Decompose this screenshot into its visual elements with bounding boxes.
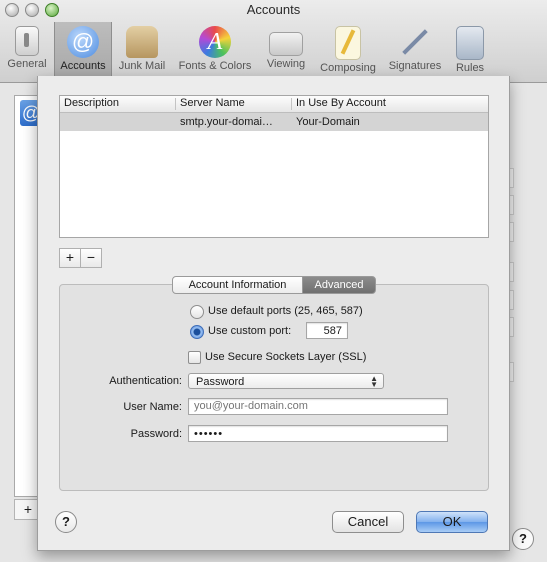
- toolbar-label: Accounts: [60, 60, 106, 72]
- fonts-colors-icon: A: [199, 26, 231, 58]
- table-row[interactable]: smtp.your-domai… Your-Domain: [60, 113, 488, 131]
- row-server-name: smtp.your-domai…: [180, 116, 273, 128]
- signature-pen-icon: [399, 26, 431, 58]
- custom-port-field[interactable]: 587: [306, 322, 348, 339]
- tab-account-information[interactable]: Account Information: [172, 276, 303, 294]
- add-server-button[interactable]: +: [59, 248, 81, 268]
- background-help-button[interactable]: ?: [512, 528, 534, 550]
- toolbar-accounts[interactable]: @ Accounts: [54, 22, 112, 76]
- remove-server-button[interactable]: −: [80, 248, 102, 268]
- user-name-label: User Name:: [123, 401, 182, 413]
- toolbar-label: Rules: [455, 62, 485, 74]
- toolbar-label: Signatures: [388, 60, 442, 72]
- rules-arrows-icon: [456, 26, 484, 60]
- select-stepper-icon: ▲ ▼: [370, 374, 378, 389]
- user-name-field[interactable]: [188, 398, 448, 415]
- composing-pencil-icon: [335, 26, 361, 60]
- toolbar-composing[interactable]: Composing: [316, 22, 380, 76]
- toolbar-label: Junk Mail: [118, 60, 166, 72]
- ssl-label: Use Secure Sockets Layer (SSL): [205, 351, 367, 363]
- authentication-label: Authentication:: [109, 375, 182, 387]
- table-header: Description Server Name In Use By Accoun…: [60, 96, 488, 113]
- password-field[interactable]: ••••••: [188, 425, 448, 442]
- toolbar-rules[interactable]: Rules: [450, 22, 490, 76]
- help-button[interactable]: ?: [55, 511, 77, 533]
- window-title: Accounts: [246, 2, 301, 17]
- tab-advanced[interactable]: Advanced: [302, 276, 376, 294]
- toolbar-viewing[interactable]: Viewing: [262, 22, 310, 76]
- general-switch-icon: [15, 26, 39, 56]
- toolbar-label: General: [7, 58, 47, 70]
- column-in-use-by-account[interactable]: In Use By Account: [296, 97, 386, 109]
- custom-port-label: Use custom port:: [208, 325, 292, 337]
- custom-port-radio[interactable]: [190, 325, 204, 339]
- toolbar-label: Composing: [320, 62, 376, 74]
- viewing-glasses-icon: [269, 32, 303, 56]
- toolbar-general[interactable]: General: [4, 22, 50, 76]
- column-server-name[interactable]: Server Name: [180, 97, 245, 109]
- toolbar-junk-mail[interactable]: Junk Mail: [114, 22, 170, 76]
- window-toolbar: Accounts General @ Accounts Junk Mail A …: [0, 0, 547, 83]
- toolbar-signatures[interactable]: Signatures: [384, 22, 446, 76]
- junk-mail-bag-icon: [126, 26, 158, 58]
- toolbar-label: Viewing: [266, 58, 306, 70]
- default-ports-label: Use default ports (25, 465, 587): [208, 305, 363, 317]
- password-label: Password:: [130, 428, 182, 440]
- toolbar-label: Fonts & Colors: [178, 60, 252, 72]
- ssl-checkbox[interactable]: [188, 351, 201, 364]
- row-in-use-by: Your-Domain: [296, 116, 360, 128]
- toolbar-fonts-colors[interactable]: A Fonts & Colors: [174, 22, 256, 76]
- smtp-server-table[interactable]: Description Server Name In Use By Accoun…: [59, 95, 489, 238]
- authentication-value: Password: [196, 376, 245, 388]
- ok-button[interactable]: OK: [416, 511, 488, 533]
- authentication-select[interactable]: Password ▲ ▼: [188, 373, 384, 389]
- smtp-server-sheet: Description Server Name In Use By Accoun…: [37, 76, 510, 551]
- column-description[interactable]: Description: [64, 97, 119, 109]
- cancel-button[interactable]: Cancel: [332, 511, 404, 533]
- at-sign-icon: @: [67, 26, 99, 58]
- default-ports-radio[interactable]: [190, 305, 204, 319]
